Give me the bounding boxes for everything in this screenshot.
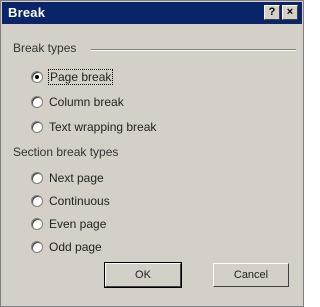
help-button[interactable]: ? <box>264 5 280 20</box>
radio-button[interactable] <box>31 218 43 230</box>
radio-continuous[interactable]: Continuous <box>31 192 110 210</box>
ok-button[interactable]: OK <box>104 262 182 288</box>
radio-button[interactable] <box>31 241 43 253</box>
radio-label-odd-page: Odd page <box>49 240 102 254</box>
break-types-divider <box>91 49 296 51</box>
radio-label-continuous: Continuous <box>49 194 110 208</box>
radio-page-break[interactable]: Page break <box>31 68 114 86</box>
radio-button[interactable] <box>31 172 43 184</box>
radio-odd-page[interactable]: Odd page <box>31 238 102 256</box>
radio-button-checked[interactable] <box>31 71 43 83</box>
radio-even-page[interactable]: Even page <box>31 215 106 233</box>
dialog-title: Break <box>8 5 46 20</box>
radio-label-column-break: Column break <box>49 95 124 109</box>
radio-button[interactable] <box>31 195 43 207</box>
title-bar[interactable]: Break ? × <box>2 2 302 24</box>
break-types-label: Break types <box>13 41 77 55</box>
break-dialog: Break ? × Break types Page break Column … <box>0 0 304 307</box>
radio-label-even-page: Even page <box>49 217 107 231</box>
radio-next-page[interactable]: Next page <box>31 169 104 187</box>
radio-column-break[interactable]: Column break <box>31 93 124 111</box>
cancel-button[interactable]: Cancel <box>213 263 289 287</box>
close-button[interactable]: × <box>282 5 298 20</box>
radio-button[interactable] <box>31 121 43 133</box>
section-break-types-label: Section break types <box>13 145 119 159</box>
radio-text-wrapping-break[interactable]: Text wrapping break <box>31 118 156 136</box>
radio-label-text-wrapping-break: Text wrapping break <box>49 120 157 134</box>
radio-label-next-page: Next page <box>49 171 104 185</box>
radio-label-page-break: Page break <box>47 69 114 85</box>
radio-button[interactable] <box>31 96 43 108</box>
